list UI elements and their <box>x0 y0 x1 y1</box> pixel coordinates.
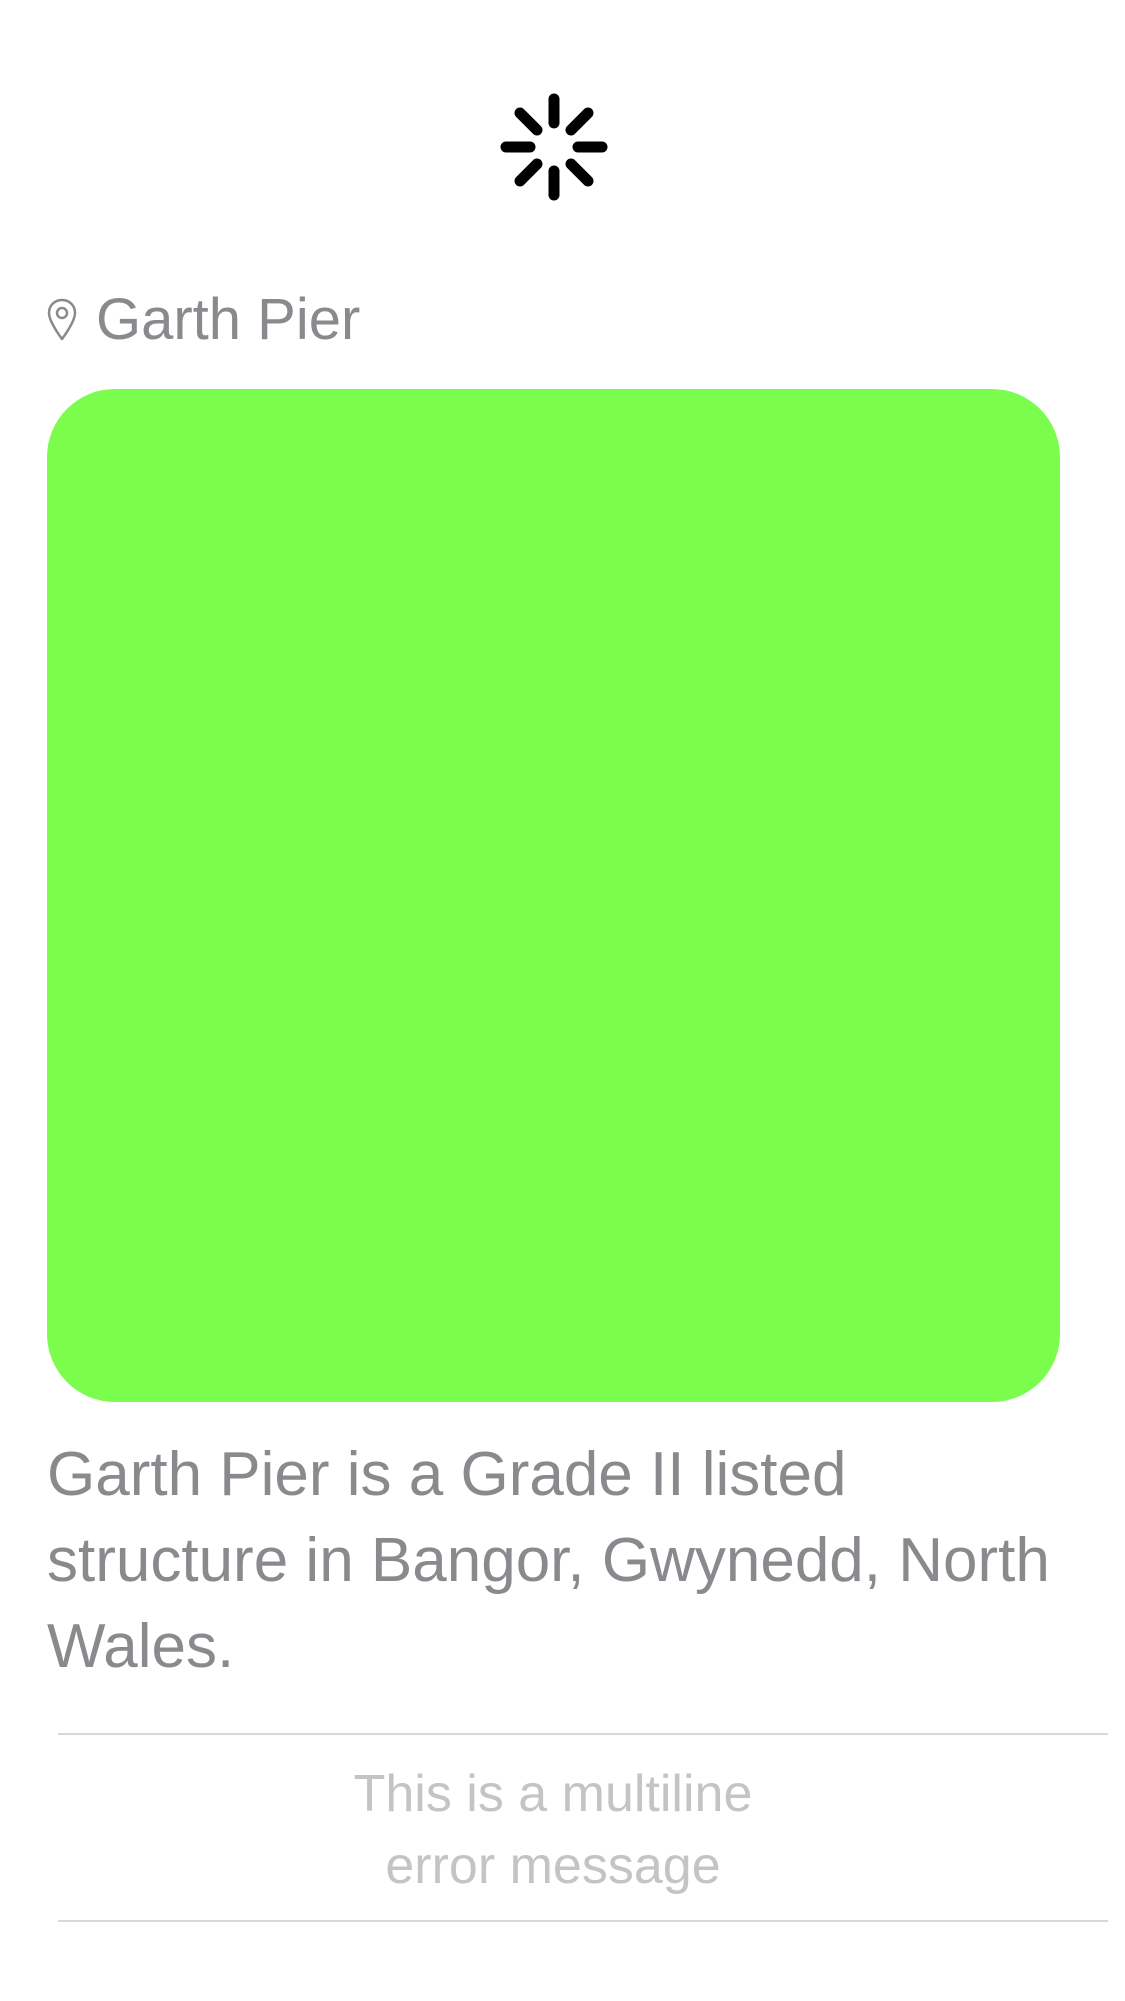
location-header: Garth Pier <box>46 290 360 350</box>
error-message: This is a multiline error message <box>250 1758 856 1902</box>
description-text: Garth Pier is a Grade II listed structur… <box>47 1440 1050 1681</box>
divider-bottom <box>58 1920 1108 1922</box>
error-message-line-2: error message <box>385 1837 721 1895</box>
error-message-line-1: This is a multiline <box>353 1765 753 1823</box>
divider-top <box>58 1733 1108 1735</box>
preview-image <box>47 389 1060 1402</box>
activity-spinner-icon <box>500 93 608 201</box>
location-pin-icon <box>47 298 77 341</box>
location-name: Garth Pier <box>96 287 361 352</box>
